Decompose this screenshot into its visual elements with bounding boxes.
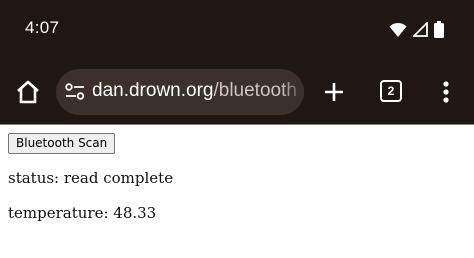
browser-toolbar: dan.drown.org/bluetooth 2 [0, 58, 474, 124]
site-settings-icon[interactable] [65, 83, 85, 101]
status-text: status: read complete [8, 169, 174, 187]
system-icons [389, 20, 444, 38]
battery-icon [434, 20, 444, 38]
home-icon[interactable] [14, 78, 42, 106]
address-bar[interactable]: dan.drown.org/bluetooth [56, 69, 304, 115]
cell-signal-icon [413, 21, 428, 37]
temperature-text: temperature: 48.33 [8, 204, 157, 222]
clock: 4:07 [25, 18, 60, 37]
tab-switcher-icon[interactable]: 2 [380, 80, 402, 102]
more-options-icon[interactable] [438, 78, 454, 106]
bluetooth-scan-button[interactable]: Bluetooth Scan [8, 133, 116, 154]
tab-count: 2 [387, 84, 395, 98]
new-tab-icon[interactable] [320, 78, 348, 106]
url-text[interactable]: dan.drown.org/bluetooth [92, 80, 297, 102]
wifi-icon [389, 22, 407, 37]
url-host: dan.drown.org [92, 80, 214, 101]
url-fade [282, 69, 304, 115]
system-status-bar: 4:07 [0, 0, 474, 58]
page-content: Bluetooth Scan status: read complete tem… [0, 124, 474, 258]
